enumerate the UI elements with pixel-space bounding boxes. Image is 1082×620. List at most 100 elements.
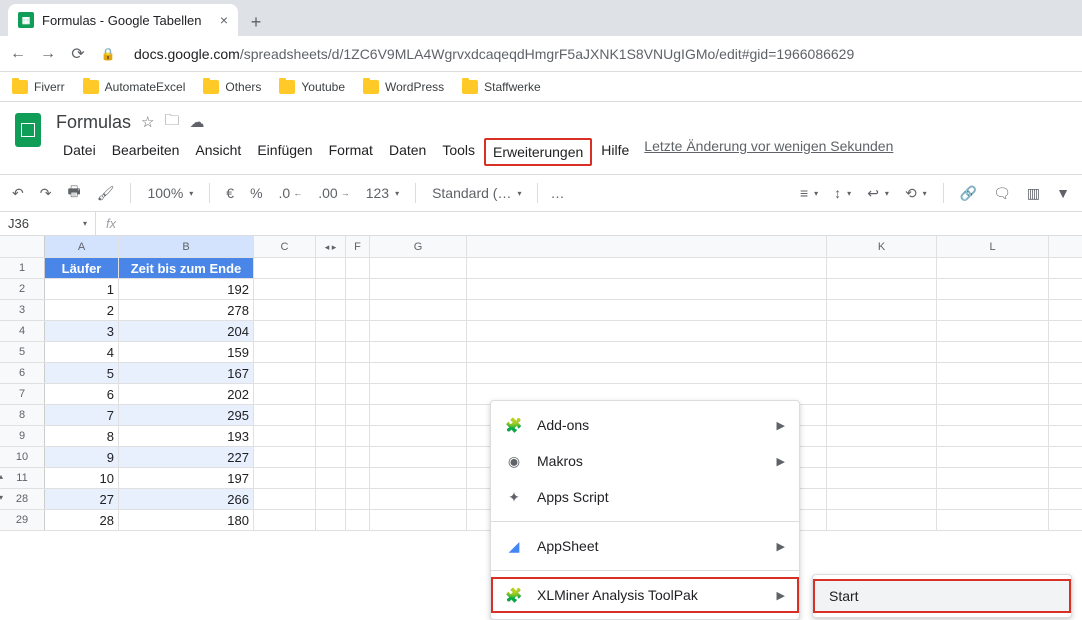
cell[interactable] — [346, 363, 370, 383]
cell[interactable] — [316, 258, 346, 278]
cell[interactable] — [827, 363, 937, 383]
cell[interactable] — [827, 384, 937, 404]
cell[interactable] — [254, 321, 316, 341]
dd-xlminer[interactable]: 🧩 XLMiner Analysis ToolPak ▶ — [491, 577, 799, 613]
inc-decimal-button[interactable]: .00→ — [314, 185, 353, 201]
cell[interactable] — [254, 363, 316, 383]
cell[interactable] — [346, 510, 370, 530]
cell[interactable]: 3 — [45, 321, 119, 341]
dd-apps-script[interactable]: ✦ Apps Script — [491, 479, 799, 515]
cell[interactable] — [827, 489, 937, 509]
row-header[interactable]: 10 — [0, 447, 45, 467]
cell[interactable] — [937, 279, 1049, 299]
cell[interactable] — [346, 447, 370, 467]
cell[interactable] — [370, 279, 467, 299]
chart-icon[interactable]: ▥ — [1023, 185, 1044, 202]
cell[interactable] — [370, 342, 467, 362]
bookmark-item[interactable]: Staffwerke — [462, 80, 540, 94]
print-icon[interactable]: 🖶 — [63, 181, 84, 205]
cell[interactable] — [346, 342, 370, 362]
cell[interactable]: 180 — [119, 510, 254, 530]
browser-tab[interactable]: ▦ Formulas - Google Tabellen × — [8, 4, 238, 36]
cell[interactable] — [370, 426, 467, 446]
currency-button[interactable]: € — [222, 185, 238, 201]
bookmark-item[interactable]: Others — [203, 80, 261, 94]
cell[interactable] — [370, 447, 467, 467]
cell[interactable] — [316, 321, 346, 341]
cell[interactable] — [827, 426, 937, 446]
bookmark-item[interactable]: WordPress — [363, 80, 444, 94]
reload-icon[interactable]: ⟳ — [68, 44, 88, 64]
cell[interactable]: 167 — [119, 363, 254, 383]
cell[interactable]: 6 — [45, 384, 119, 404]
cell[interactable]: 192 — [119, 279, 254, 299]
cell[interactable]: 227 — [119, 447, 254, 467]
row-header[interactable]: 2 — [0, 279, 45, 299]
cell[interactable] — [346, 384, 370, 404]
cell[interactable] — [370, 300, 467, 320]
cell[interactable] — [370, 510, 467, 530]
cell[interactable] — [316, 300, 346, 320]
menu-daten[interactable]: Daten — [382, 138, 433, 166]
cell[interactable] — [346, 405, 370, 425]
star-icon[interactable]: ☆ — [141, 113, 154, 131]
cell[interactable] — [346, 489, 370, 509]
cell[interactable] — [370, 321, 467, 341]
cell[interactable] — [370, 405, 467, 425]
cell[interactable] — [254, 279, 316, 299]
cell[interactable]: 202 — [119, 384, 254, 404]
dd-macros[interactable]: ◉ Makros ▶ — [491, 443, 799, 479]
cell[interactable] — [827, 510, 937, 530]
cell[interactable] — [937, 342, 1049, 362]
paint-format-icon[interactable]: 🖌 — [93, 185, 119, 202]
cell[interactable] — [827, 468, 937, 488]
sheets-logo[interactable] — [8, 110, 48, 150]
cell[interactable] — [937, 300, 1049, 320]
cell[interactable] — [467, 363, 827, 383]
font-select[interactable]: Standard (… — [428, 185, 525, 201]
filter-icon[interactable]: ▼ — [1052, 185, 1074, 201]
cell[interactable] — [370, 384, 467, 404]
row-header[interactable]: 28▾ — [0, 489, 45, 509]
cell[interactable] — [937, 384, 1049, 404]
cell[interactable]: Zeit bis zum Ende — [119, 258, 254, 278]
cell[interactable]: 204 — [119, 321, 254, 341]
cell[interactable] — [346, 426, 370, 446]
cell[interactable]: 7 — [45, 405, 119, 425]
col-header-K[interactable]: K — [827, 236, 937, 257]
cell[interactable] — [346, 279, 370, 299]
cell[interactable] — [316, 489, 346, 509]
redo-icon[interactable]: ↷ — [36, 185, 56, 202]
dec-decimal-button[interactable]: .0← — [275, 185, 307, 201]
cell[interactable] — [370, 363, 467, 383]
row-header[interactable]: 6 — [0, 363, 45, 383]
cell[interactable] — [346, 300, 370, 320]
cell[interactable] — [316, 405, 346, 425]
cell[interactable] — [467, 258, 827, 278]
cell[interactable] — [346, 321, 370, 341]
cell[interactable] — [254, 258, 316, 278]
valign-icon[interactable]: ↕ — [830, 185, 855, 201]
cell[interactable]: 28 — [45, 510, 119, 530]
cell[interactable] — [937, 426, 1049, 446]
cell[interactable]: 295 — [119, 405, 254, 425]
cell[interactable]: 10 — [45, 468, 119, 488]
cell[interactable] — [827, 447, 937, 467]
cell[interactable] — [937, 321, 1049, 341]
row-header[interactable]: 3 — [0, 300, 45, 320]
doc-title[interactable]: Formulas — [56, 112, 131, 133]
halign-icon[interactable]: ≡ — [796, 185, 822, 201]
cell[interactable] — [827, 258, 937, 278]
cell[interactable] — [254, 300, 316, 320]
bookmark-item[interactable]: Fiverr — [12, 80, 65, 94]
cell[interactable] — [467, 342, 827, 362]
undo-icon[interactable]: ↶ — [8, 185, 28, 202]
row-header[interactable]: 5 — [0, 342, 45, 362]
cell[interactable]: 278 — [119, 300, 254, 320]
cell[interactable] — [937, 447, 1049, 467]
menu-einfuegen[interactable]: Einfügen — [250, 138, 319, 166]
cell[interactable] — [827, 321, 937, 341]
forward-icon[interactable]: → — [38, 44, 58, 64]
wrap-icon[interactable]: ↩ — [863, 185, 893, 202]
col-header-A[interactable]: A — [45, 236, 119, 257]
